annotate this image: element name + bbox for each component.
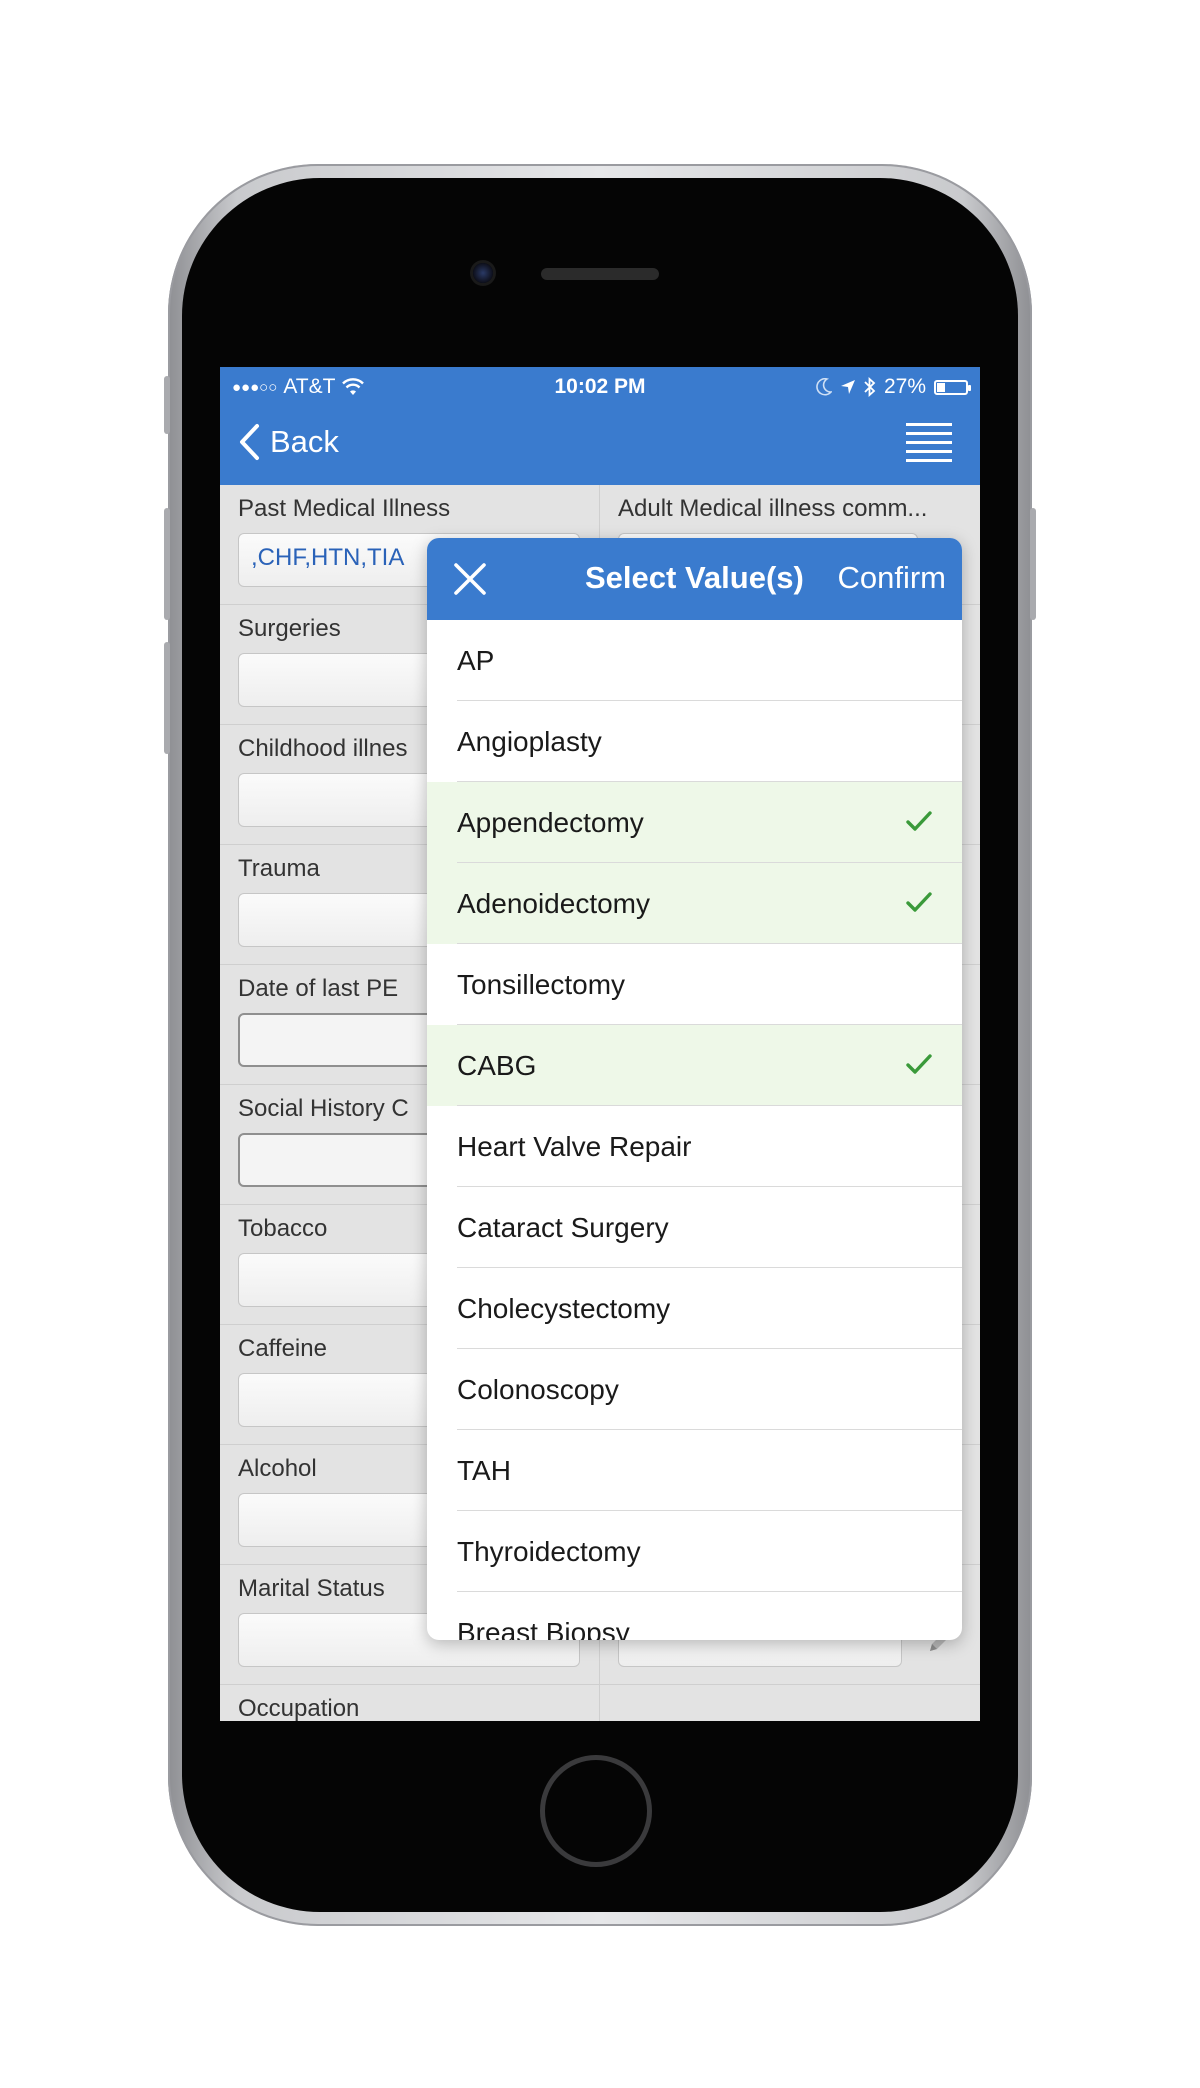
picker-option-label: Angioplasty [457, 725, 602, 757]
picker-header: Select Value(s) Confirm [427, 538, 962, 620]
picker-option[interactable]: Cholecystectomy [427, 1268, 962, 1349]
power-button [1030, 508, 1036, 620]
earpiece-speaker [541, 268, 659, 280]
front-camera [473, 263, 493, 283]
field-right-col-11 [600, 1685, 980, 1721]
picker-option[interactable]: TAH [427, 1430, 962, 1511]
field-label: Date of last PE [238, 975, 399, 1002]
close-icon[interactable] [453, 562, 487, 596]
picker-option-label: AP [457, 644, 495, 676]
nav-bar: Back [220, 405, 980, 485]
battery-percent: 27% [883, 375, 926, 398]
field-label: Caffeine [238, 1335, 327, 1362]
picker-option[interactable]: Colonoscopy [427, 1349, 962, 1430]
battery-icon [934, 379, 971, 395]
picker-option[interactable]: Heart Valve Repair [427, 1106, 962, 1187]
picker-option[interactable]: Breast Biopsy [427, 1592, 962, 1641]
status-bar: ●●●○○ AT&T 10:02 PM 27% [220, 367, 980, 405]
bluetooth-icon [864, 377, 876, 397]
moon-icon [816, 378, 832, 396]
picker-option[interactable]: Cataract Surgery [427, 1187, 962, 1268]
chevron-left-icon [240, 424, 259, 460]
picker-option[interactable]: Thyroidectomy [427, 1511, 962, 1592]
picker-option[interactable]: AP [427, 620, 962, 701]
picker-option-label: Colonoscopy [457, 1373, 619, 1405]
picker-option[interactable]: Appendectomy [427, 782, 962, 863]
field-label: Childhood illnes [238, 735, 408, 762]
picker-option-label: Cataract Surgery [457, 1211, 669, 1243]
picker-option-label: Adenoidectomy [457, 887, 651, 919]
picker-option[interactable]: Tonsillectomy [427, 944, 962, 1025]
picker-option[interactable]: Adenoidectomy [427, 863, 962, 944]
picker-option-label: Breast Biopsy [457, 1616, 630, 1641]
picker-option-label: Appendectomy [457, 806, 644, 838]
picker-option[interactable]: Angioplasty [427, 701, 962, 782]
back-label: Back [270, 424, 339, 459]
field-occupation: Occupation [220, 1685, 600, 1721]
back-button[interactable]: Back [238, 423, 339, 461]
field-label: Occupation [238, 1695, 360, 1721]
field-label: Alcohol [238, 1455, 317, 1482]
picker-option-label: Tonsillectomy [457, 968, 626, 1000]
field-label: Past Medical Illness [238, 495, 451, 522]
checkmark-icon [906, 892, 932, 912]
picker-option[interactable]: CABG [427, 1025, 962, 1106]
picker-option-label: TAH [457, 1454, 511, 1486]
picker-title: Select Value(s) [585, 560, 804, 595]
location-arrow-icon [840, 380, 855, 394]
field-label: Adult Medical illness comm... [618, 495, 928, 522]
mute-switch [164, 376, 170, 434]
field-label: Tobacco [238, 1215, 328, 1242]
volume-down-button [164, 642, 170, 754]
battery-level [937, 382, 946, 392]
checkmark-icon [906, 811, 932, 831]
field-label: Marital Status [238, 1575, 385, 1602]
field-label: Surgeries [238, 615, 341, 642]
checkmark-icon [906, 1054, 932, 1074]
app-screen: ●●●○○ AT&T 10:02 PM 27% Back Past Medica… [220, 367, 980, 1721]
confirm-button[interactable]: Confirm [837, 560, 946, 596]
picker-option-label: CABG [457, 1049, 537, 1081]
picker-option-label: Heart Valve Repair [457, 1130, 692, 1162]
select-values-picker: Select Value(s) Confirm AP Angioplasty App… [427, 538, 962, 1640]
field-label: Trauma [238, 855, 320, 882]
home-button[interactable] [540, 1755, 652, 1867]
picker-option-list[interactable]: AP Angioplasty Appendectomy Adenoidectomy To… [427, 620, 962, 1640]
field-label: Social History C [238, 1095, 409, 1122]
picker-option-label: Thyroidectomy [457, 1535, 641, 1567]
hamburger-menu-icon[interactable] [906, 423, 952, 467]
picker-option-label: Cholecystectomy [457, 1292, 671, 1324]
volume-up-button [164, 508, 170, 620]
